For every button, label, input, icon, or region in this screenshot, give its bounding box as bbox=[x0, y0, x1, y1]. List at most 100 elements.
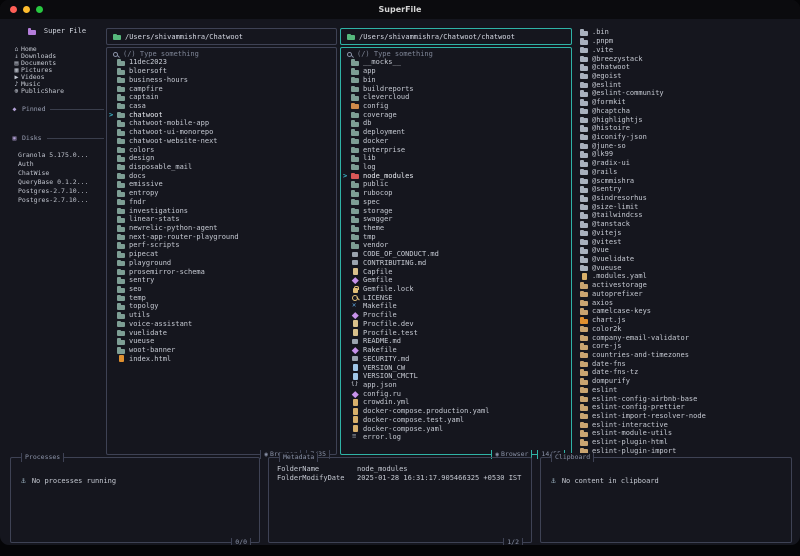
preview-row[interactable]: @tailwindcss bbox=[578, 211, 794, 220]
file-row[interactable]: > config.ru bbox=[341, 389, 571, 398]
file-row[interactable]: > SECURITY.md bbox=[341, 354, 571, 363]
preview-row[interactable]: .modules.yaml bbox=[578, 272, 794, 281]
file-row[interactable]: > pipecat bbox=[107, 250, 336, 259]
file-row[interactable]: > docker-compose.yaml bbox=[341, 424, 571, 433]
sidebar-item[interactable]: ♪ Music bbox=[10, 80, 104, 87]
preview-row[interactable]: .bin bbox=[578, 28, 794, 37]
sidebar-item[interactable]: ⊕ PublicShare bbox=[10, 87, 104, 94]
file-row[interactable]: > enterprise bbox=[341, 145, 571, 154]
preview-row[interactable]: @breezystack bbox=[578, 54, 794, 63]
preview-row[interactable]: @chatwoot bbox=[578, 63, 794, 72]
preview-row[interactable]: @vitejs bbox=[578, 229, 794, 238]
preview-row[interactable]: @iconify-json bbox=[578, 133, 794, 142]
preview-row[interactable]: @size-limit bbox=[578, 202, 794, 211]
disk-item[interactable]: Auth bbox=[10, 159, 104, 168]
preview-row[interactable]: @egoist bbox=[578, 72, 794, 81]
preview-row[interactable]: .pnpm bbox=[578, 37, 794, 46]
file-row[interactable]: > Makefile bbox=[341, 302, 571, 311]
file-row[interactable]: > index.html bbox=[107, 354, 336, 363]
disk-item[interactable]: ChatWise bbox=[10, 168, 104, 177]
file-row[interactable]: > Procfile.test bbox=[341, 328, 571, 337]
preview-row[interactable]: .vite bbox=[578, 45, 794, 54]
file-row[interactable]: > deployment bbox=[341, 128, 571, 137]
file-row[interactable]: > newrelic-python-agent bbox=[107, 224, 336, 233]
minimize-window-button[interactable] bbox=[23, 6, 30, 13]
file-row[interactable]: > linear-stats bbox=[107, 215, 336, 224]
file-row[interactable]: > CONTRIBUTING.md bbox=[341, 259, 571, 268]
file-row[interactable]: > VERSION_CW bbox=[341, 363, 571, 372]
preview-row[interactable]: @tanstack bbox=[578, 220, 794, 229]
preview-row[interactable]: eslint-interactive bbox=[578, 420, 794, 429]
sidebar-item[interactable]: ▤ Documents bbox=[10, 60, 104, 67]
file-row[interactable]: > chatwoot bbox=[107, 110, 336, 119]
preview-row[interactable]: @vueuse bbox=[578, 263, 794, 272]
file-row[interactable]: > node_modules bbox=[341, 171, 571, 180]
preview-row[interactable]: eslint-plugin-import bbox=[578, 447, 794, 456]
preview-row[interactable]: autoprefixer bbox=[578, 290, 794, 299]
file-row[interactable]: > bin bbox=[341, 75, 571, 84]
preview-row[interactable]: eslint-import-resolver-node bbox=[578, 412, 794, 421]
preview-row[interactable]: axios bbox=[578, 298, 794, 307]
file-row[interactable]: > bloersoft bbox=[107, 67, 336, 76]
file-row[interactable]: > README.md bbox=[341, 337, 571, 346]
file-row[interactable]: > storage bbox=[341, 206, 571, 215]
file-row[interactable]: > log bbox=[341, 163, 571, 172]
file-row[interactable]: > entropy bbox=[107, 189, 336, 198]
preview-row[interactable]: core-js bbox=[578, 342, 794, 351]
disk-item[interactable]: QueryBase 0.1.2... bbox=[10, 177, 104, 186]
file-row[interactable]: > campfire bbox=[107, 84, 336, 93]
file-row[interactable]: > vueuse bbox=[107, 337, 336, 346]
file-row[interactable]: > app.json bbox=[341, 381, 571, 390]
preview-row[interactable]: dompurify bbox=[578, 377, 794, 386]
file-row[interactable]: > Procfile.dev bbox=[341, 320, 571, 329]
preview-row[interactable]: @histoire bbox=[578, 124, 794, 133]
search-input[interactable]: (/) Type something bbox=[107, 48, 336, 58]
preview-row[interactable]: @sentry bbox=[578, 185, 794, 194]
file-row[interactable]: > voice-assistant bbox=[107, 320, 336, 329]
file-row[interactable]: > utils bbox=[107, 311, 336, 320]
file-row[interactable]: > theme bbox=[341, 224, 571, 233]
file-row[interactable]: > CODE_OF_CONDUCT.md bbox=[341, 250, 571, 259]
file-row[interactable]: > woot-banner bbox=[107, 346, 336, 355]
file-row[interactable]: > docs bbox=[107, 171, 336, 180]
close-window-button[interactable] bbox=[10, 6, 17, 13]
preview-row[interactable]: activestorage bbox=[578, 281, 794, 290]
preview-row[interactable]: @vitest bbox=[578, 237, 794, 246]
file-row[interactable]: > Gemfile bbox=[341, 276, 571, 285]
preview-row[interactable]: @eslint-community bbox=[578, 89, 794, 98]
file-row[interactable]: > config bbox=[341, 102, 571, 111]
file-row[interactable]: > public bbox=[341, 180, 571, 189]
preview-row[interactable]: date-fns-tz bbox=[578, 368, 794, 377]
file-row[interactable]: > captain bbox=[107, 93, 336, 102]
file-row[interactable]: > perf-scripts bbox=[107, 241, 336, 250]
preview-row[interactable]: @lk99 bbox=[578, 150, 794, 159]
preview-row[interactable]: countries-and-timezones bbox=[578, 351, 794, 360]
file-row[interactable]: > design bbox=[107, 154, 336, 163]
preview-row[interactable]: chart.js bbox=[578, 316, 794, 325]
file-row[interactable]: > spec bbox=[341, 198, 571, 207]
file-row[interactable]: > chatwoot-mobile-app bbox=[107, 119, 336, 128]
file-row[interactable]: > lib bbox=[341, 154, 571, 163]
file-row[interactable]: > sentry bbox=[107, 276, 336, 285]
file-row[interactable]: > emissive bbox=[107, 180, 336, 189]
file-row[interactable]: > prosemirror-schema bbox=[107, 267, 336, 276]
file-row[interactable]: > topolgy bbox=[107, 302, 336, 311]
file-row[interactable]: > investigations bbox=[107, 206, 336, 215]
disk-item[interactable]: Postgres-2.7.10... bbox=[10, 186, 104, 195]
file-row[interactable]: > chatwoot-website-next bbox=[107, 136, 336, 145]
preview-row[interactable]: company-email-validator bbox=[578, 333, 794, 342]
preview-row[interactable]: date-fns bbox=[578, 359, 794, 368]
preview-row[interactable]: @radix-ui bbox=[578, 159, 794, 168]
file-row[interactable]: > playground bbox=[107, 259, 336, 268]
preview-row[interactable]: @sindresorhus bbox=[578, 194, 794, 203]
file-row[interactable]: > seo bbox=[107, 285, 336, 294]
preview-row[interactable]: @highlightjs bbox=[578, 115, 794, 124]
file-row[interactable]: > clevercloud bbox=[341, 93, 571, 102]
file-row[interactable]: > colors bbox=[107, 145, 336, 154]
preview-row[interactable]: camelcase-keys bbox=[578, 307, 794, 316]
preview-row[interactable]: eslint-config-airbnb-base bbox=[578, 394, 794, 403]
file-row[interactable]: > rubocop bbox=[341, 189, 571, 198]
preview-row[interactable]: @vue bbox=[578, 246, 794, 255]
sidebar-item[interactable]: ▦ Pictures bbox=[10, 67, 104, 74]
sidebar-item[interactable]: ⇓ Downloads bbox=[10, 53, 104, 60]
